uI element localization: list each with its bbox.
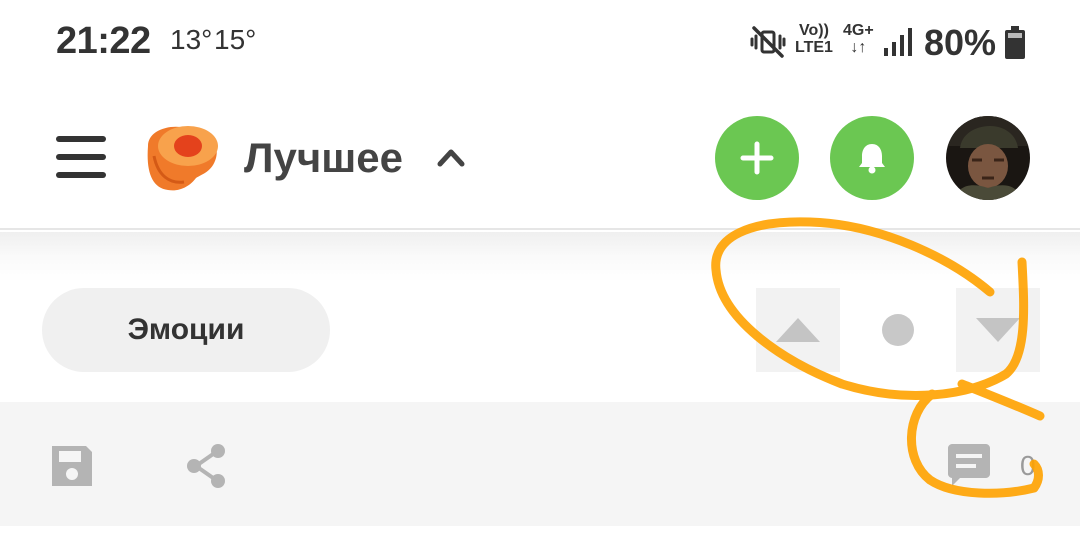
bell-icon xyxy=(859,144,885,174)
status-temperature-1: 13° xyxy=(170,24,213,55)
post-filter-row: Эмоции xyxy=(0,232,1080,402)
user-avatar[interactable] xyxy=(946,116,1030,200)
comment-icon[interactable] xyxy=(944,442,994,490)
menu-icon[interactable] xyxy=(56,136,106,178)
section-title[interactable]: Лучшее xyxy=(244,134,403,182)
status-time: 21:22 xyxy=(56,20,151,62)
volte-bottom-label: LTE1 xyxy=(795,39,833,56)
tag-chip[interactable]: Эмоции xyxy=(42,288,330,372)
plus-icon xyxy=(740,141,774,175)
battery-icon xyxy=(1005,26,1025,59)
post-actions-row: 0 xyxy=(0,402,1080,526)
triangle-down-icon xyxy=(976,318,1020,342)
bottom-strip xyxy=(0,526,1080,549)
volte-indicator: Vo)) LTE1 xyxy=(795,22,833,56)
save-icon[interactable] xyxy=(48,442,96,490)
rating-dot xyxy=(882,314,914,346)
downvote-button[interactable] xyxy=(956,288,1040,372)
chevron-up-icon[interactable] xyxy=(436,146,466,168)
vibrate-mute-icon xyxy=(750,26,786,58)
add-post-button[interactable] xyxy=(715,116,799,200)
network-type-label: 4G+ xyxy=(843,22,874,39)
signal-strength-icon xyxy=(884,28,912,56)
network-type-indicator: 4G+ ↓↑ xyxy=(843,22,874,56)
status-temperature-2: 15° xyxy=(214,24,257,55)
app-header: Лучшее xyxy=(0,86,1080,230)
app-logo[interactable] xyxy=(140,120,224,194)
status-bar: 21:22 13° 15° Vo)) LTE1 4G+ ↓↑ 80% xyxy=(0,0,1080,86)
triangle-up-icon xyxy=(776,318,820,342)
upvote-button[interactable] xyxy=(756,288,840,372)
network-arrows: ↓↑ xyxy=(850,39,867,56)
volte-top-label: Vo)) xyxy=(799,22,829,39)
battery-percentage: 80% xyxy=(924,22,997,63)
share-icon[interactable] xyxy=(184,442,228,490)
notifications-button[interactable] xyxy=(830,116,914,200)
comment-count: 0 xyxy=(1020,450,1036,481)
